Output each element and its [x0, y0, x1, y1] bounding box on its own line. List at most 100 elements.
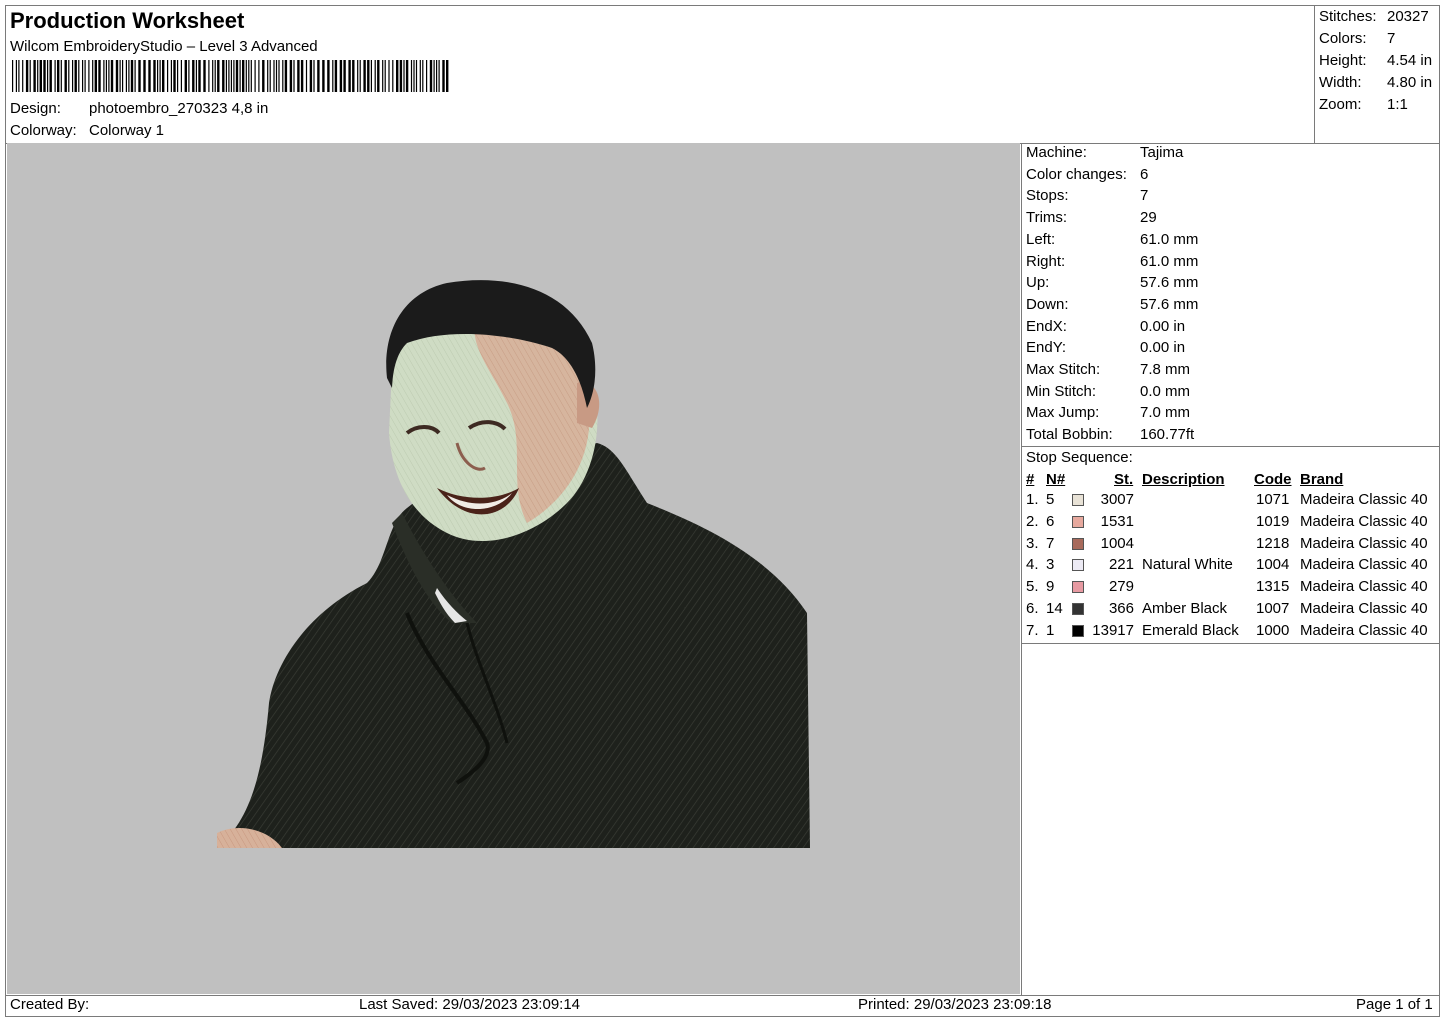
design-label: Design:	[10, 100, 61, 117]
barcode-bar	[228, 60, 230, 92]
barcode-bar	[57, 60, 60, 92]
barcode-bar	[167, 60, 169, 92]
color-swatch	[1072, 494, 1084, 506]
summary-value: 7	[1387, 30, 1396, 47]
col-st: St.	[1114, 471, 1134, 488]
barcode-bar	[128, 60, 130, 92]
barcode-bar	[148, 60, 151, 92]
machine-info-value: 160.77ft	[1140, 426, 1195, 444]
needle-number: 5	[1046, 491, 1055, 508]
thread-code: 1071	[1256, 491, 1290, 508]
machine-info-value: 57.6 mm	[1140, 295, 1199, 313]
summary-value: 1:1	[1387, 96, 1408, 113]
barcode-bar	[43, 60, 46, 92]
barcode-bar	[399, 60, 403, 92]
barcode-bar	[225, 60, 227, 92]
table-row: 4. 3 221 Natural White 1004 Madeira Classic 4…	[1021, 556, 1440, 577]
barcode-bar	[370, 60, 372, 92]
barcode-bar	[103, 60, 105, 92]
summary-value: 4.80 in	[1387, 74, 1433, 91]
barcode-bar	[429, 60, 433, 92]
page-title: Production Worksheet	[10, 8, 245, 33]
thread-code: 1007	[1256, 600, 1290, 617]
barcode-bar	[300, 60, 304, 92]
barcode-bar	[322, 60, 325, 92]
barcode-bar	[233, 60, 235, 92]
machine-info-label: Total Bobbin:	[1026, 426, 1113, 444]
barcode-bar	[405, 60, 409, 92]
barcode-bar	[72, 60, 74, 92]
summary-value: 4.54 in	[1387, 52, 1433, 69]
thread-code: 1004	[1256, 556, 1290, 574]
barcode-bar	[388, 60, 390, 92]
embroidery-preview	[217, 280, 810, 848]
barcode-bar	[396, 60, 399, 92]
barcode-bar	[384, 60, 386, 92]
stitch-count: 3007	[1100, 491, 1134, 508]
thread-brand: Madeira Classic 40	[1300, 491, 1428, 508]
barcode-bar	[245, 60, 247, 92]
software-name: Wilcom EmbroideryStudio – Level 3 Advanc…	[10, 38, 318, 55]
machine-info-value: 6	[1140, 165, 1149, 183]
summary-label: Stitches:	[1319, 8, 1377, 25]
barcode-bar	[377, 60, 380, 92]
barcode-bar	[60, 60, 62, 92]
barcode-bar	[367, 60, 370, 92]
barcode-bar	[37, 60, 39, 92]
barcode-bar	[33, 60, 36, 92]
color-swatch	[1072, 515, 1084, 528]
needle-number: 6	[1046, 512, 1055, 530]
barcode-bar	[18, 60, 20, 92]
thread-description: Natural White	[1142, 556, 1233, 574]
stitch-count: 366	[1108, 600, 1134, 617]
barcode-bar	[382, 60, 384, 92]
barcode-bar	[442, 60, 445, 92]
machine-info-label: Color changes:	[1026, 165, 1127, 183]
barcode-bar	[39, 60, 42, 92]
barcode-bar	[317, 60, 320, 92]
barcode-bar	[170, 60, 172, 92]
barcode-bar	[273, 60, 275, 92]
stitch-count: 1004	[1100, 534, 1134, 552]
barcode-bar	[47, 60, 49, 92]
stop-number: 3.	[1026, 534, 1039, 552]
machine-info-value: 7	[1140, 187, 1149, 205]
table-row: 6. 14 366 Amber Black 1007 Madeira Classic 40	[1021, 600, 1440, 621]
machine-info-label: Down:	[1026, 295, 1069, 313]
stop-number: 4.	[1026, 556, 1039, 574]
machine-info-label: Left:	[1026, 230, 1056, 248]
barcode-bar	[130, 60, 134, 92]
barcode-bar	[413, 60, 415, 92]
barcode-bar	[162, 60, 165, 92]
thread-code: 1019	[1256, 512, 1290, 530]
colorway-label: Colorway:	[10, 122, 77, 139]
thread-brand: Madeira Classic 40	[1300, 512, 1428, 530]
barcode-bar	[92, 60, 94, 92]
barcode-bar	[235, 60, 239, 92]
barcode-bar	[143, 60, 146, 92]
thread-code: 1218	[1256, 534, 1290, 552]
barcode-bar	[339, 60, 343, 92]
barcode-bar	[289, 60, 293, 92]
barcode-bar	[138, 60, 141, 92]
thread-brand: Madeira Classic 40	[1300, 621, 1428, 639]
barcode-bar	[334, 60, 338, 92]
color-swatch	[1072, 559, 1084, 572]
col-n: N#	[1046, 471, 1066, 488]
barcode-bar	[108, 60, 110, 92]
barcode-bar	[278, 60, 280, 92]
table-row: 2. 6 1531 1019 Madeira Classic 40	[1021, 513, 1440, 534]
barcode-bar	[352, 60, 355, 92]
col-num: #	[1026, 471, 1035, 488]
barcode-bar	[230, 60, 232, 92]
barcode-bar	[49, 60, 52, 92]
barcode-bar	[25, 60, 29, 92]
barcode-bar	[436, 60, 438, 92]
table-row: 3. 7 1004 1218 Madeira Classic 40	[1021, 535, 1440, 556]
divider	[1021, 643, 1440, 644]
stitch-count: 13917	[1092, 621, 1134, 639]
thread-brand: Madeira Classic 40	[1300, 556, 1428, 574]
barcode-bar	[343, 60, 346, 92]
footer-frame	[5, 995, 1440, 1017]
barcode-bar	[180, 60, 182, 92]
